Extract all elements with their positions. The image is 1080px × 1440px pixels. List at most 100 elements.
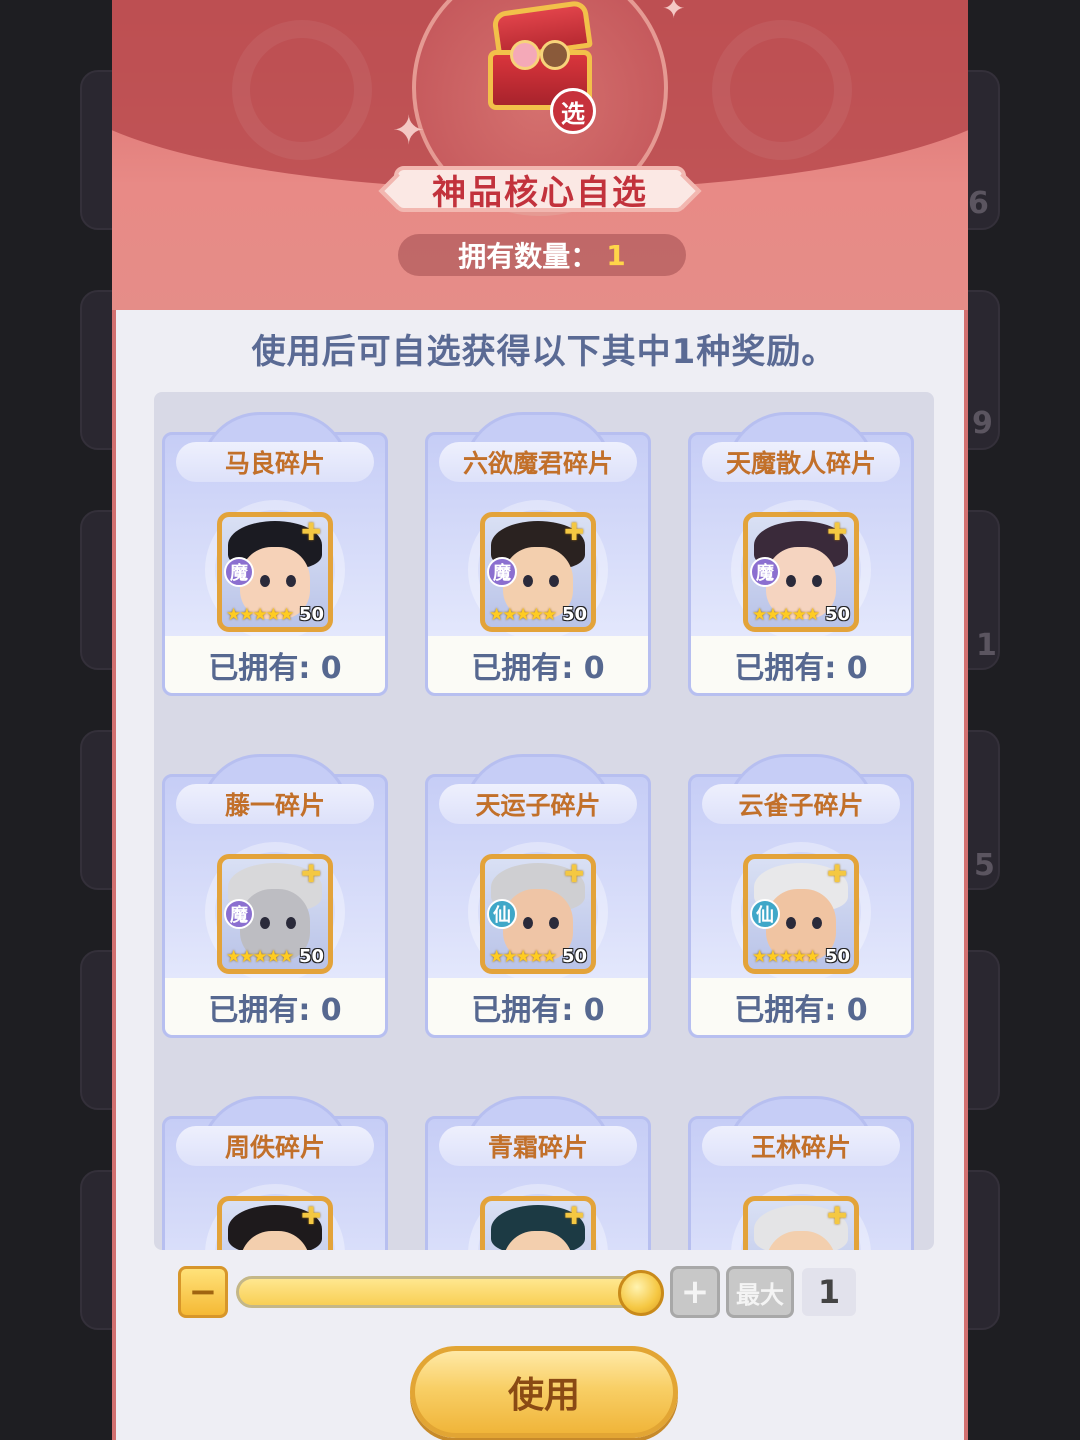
puzzle-piece-icon: ✚ (826, 1202, 848, 1230)
swirl-decoration (232, 20, 372, 160)
hero-eye (786, 575, 796, 587)
hero-level: 50 (298, 604, 324, 625)
quantity-slider[interactable] (236, 1276, 654, 1308)
puzzle-piece-icon: ✚ (563, 1202, 585, 1230)
puzzle-piece-icon: ✚ (300, 518, 322, 546)
slider-fill (239, 1279, 651, 1305)
puzzle-piece-icon: ✚ (563, 518, 585, 546)
hero-portrait: ✚ 魔 ★★★★★ 50 (217, 512, 333, 632)
select-badge: 选 (550, 88, 596, 134)
owned-count: 已拥有: 0 (691, 978, 911, 1035)
max-button[interactable]: 最大 (726, 1266, 794, 1318)
dialog-header: 选 ✦ ✦ 神品核心自选 拥有数量： 1 (112, 0, 968, 310)
reward-card[interactable]: 云雀子碎片 ✚ 仙 ★★★★★ 50 已拥有: 0 (688, 754, 914, 1038)
faction-badge: 仙 (487, 899, 517, 929)
hero-level: 50 (561, 604, 587, 625)
reward-select-dialog: 选 ✦ ✦ 神品核心自选 拥有数量： 1 使用后可自选获得以下其中1种奖励。 马… (112, 0, 968, 1440)
hero-eye (260, 917, 270, 929)
sparkle-icon: ✦ (392, 108, 426, 154)
hero-portrait: ✚ (480, 1196, 596, 1250)
faction-badge: 魔 (224, 899, 254, 929)
hero-eye (523, 917, 533, 929)
owned-count: 已拥有: 0 (165, 978, 385, 1035)
hero-portrait: ✚ 仙 ★★★★★ 50 (743, 854, 859, 974)
reward-name: 六欲魔君碎片 (439, 442, 637, 482)
reward-card[interactable]: 周佚碎片 ✚ (162, 1096, 388, 1250)
reward-name: 天魔散人碎片 (702, 442, 900, 482)
owned-count: 已拥有: 0 (691, 636, 911, 693)
reward-card[interactable]: 青霜碎片 ✚ (425, 1096, 651, 1250)
reward-name: 青霜碎片 (439, 1126, 637, 1166)
faction-badge: 魔 (750, 557, 780, 587)
reward-card[interactable]: 藤一碎片 ✚ 魔 ★★★★★ 50 已拥有: 0 (162, 754, 388, 1038)
owned-count-label: 拥有数量： (458, 240, 599, 273)
swirl-decoration (712, 20, 852, 160)
sparkle-icon: ✦ (662, 0, 686, 25)
increase-button[interactable]: + (670, 1266, 720, 1318)
hero-portrait: ✚ 仙 ★★★★★ 50 (480, 854, 596, 974)
reward-name: 马良碎片 (176, 442, 374, 482)
background-number: 5 (974, 848, 995, 883)
owned-count: 已拥有: 0 (165, 636, 385, 693)
dialog-body: 使用后可自选获得以下其中1种奖励。 马良碎片 ✚ 魔 ★★★★★ 50 已拥有: 0 六欲魔… (112, 310, 968, 1440)
reward-name: 王林碎片 (702, 1126, 900, 1166)
hero-eye (549, 575, 559, 587)
item-title: 神品核心自选 (394, 166, 686, 213)
slider-thumb[interactable] (618, 1270, 664, 1316)
hero-eye (549, 917, 559, 929)
hero-level: 50 (561, 946, 587, 967)
hero-eye (786, 917, 796, 929)
chest-orb-brown (540, 40, 570, 70)
hero-eye (286, 575, 296, 587)
hero-eye (260, 575, 270, 587)
reward-name: 天运子碎片 (439, 784, 637, 824)
hero-portrait: ✚ (217, 1196, 333, 1250)
background-number: 6 (968, 186, 989, 221)
puzzle-piece-icon: ✚ (826, 518, 848, 546)
star-rating: ★★★★★ (226, 947, 294, 967)
faction-badge: 仙 (750, 899, 780, 929)
hero-portrait: ✚ 魔 ★★★★★ 50 (480, 512, 596, 632)
hero-portrait: ✚ (743, 1196, 859, 1250)
reward-card[interactable]: 天运子碎片 ✚ 仙 ★★★★★ 50 已拥有: 0 (425, 754, 651, 1038)
chest-orb-pink (510, 40, 540, 70)
hero-eye (812, 575, 822, 587)
quantity-value: 1 (802, 1268, 856, 1316)
puzzle-piece-icon: ✚ (826, 860, 848, 888)
reward-card[interactable]: 天魔散人碎片 ✚ 魔 ★★★★★ 50 已拥有: 0 (688, 412, 914, 696)
hero-eye (286, 917, 296, 929)
hero-eye (812, 917, 822, 929)
star-rating: ★★★★★ (489, 947, 557, 967)
puzzle-piece-icon: ✚ (300, 1202, 322, 1230)
hero-level: 50 (824, 604, 850, 625)
reward-name: 云雀子碎片 (702, 784, 900, 824)
reward-grid[interactable]: 马良碎片 ✚ 魔 ★★★★★ 50 已拥有: 0 六欲魔君碎片 ✚ 魔 ★★★★★ 50 已拥有: 0… (154, 392, 934, 1250)
owned-count: 已拥有: 0 (428, 636, 648, 693)
use-button[interactable]: 使用 (410, 1346, 678, 1438)
background-number: 9 (972, 406, 993, 441)
owned-count-pill: 拥有数量： 1 (398, 234, 686, 276)
hero-level: 50 (298, 946, 324, 967)
owned-count: 已拥有: 0 (428, 978, 648, 1035)
owned-count-value: 1 (606, 238, 626, 272)
background-number: 1 (976, 628, 997, 663)
faction-badge: 魔 (487, 557, 517, 587)
star-rating: ★★★★★ (752, 605, 820, 625)
puzzle-piece-icon: ✚ (563, 860, 585, 888)
puzzle-piece-icon: ✚ (300, 860, 322, 888)
star-rating: ★★★★★ (489, 605, 557, 625)
star-rating: ★★★★★ (752, 947, 820, 967)
reward-description: 使用后可自选获得以下其中1种奖励。 (251, 332, 837, 372)
hero-eye (523, 575, 533, 587)
decrease-button[interactable]: − (178, 1266, 228, 1318)
faction-badge: 魔 (224, 557, 254, 587)
reward-name: 周佚碎片 (176, 1126, 374, 1166)
hero-portrait: ✚ 魔 ★★★★★ 50 (217, 854, 333, 974)
hero-portrait: ✚ 魔 ★★★★★ 50 (743, 512, 859, 632)
reward-card[interactable]: 马良碎片 ✚ 魔 ★★★★★ 50 已拥有: 0 (162, 412, 388, 696)
reward-card[interactable]: 六欲魔君碎片 ✚ 魔 ★★★★★ 50 已拥有: 0 (425, 412, 651, 696)
reward-name: 藤一碎片 (176, 784, 374, 824)
star-rating: ★★★★★ (226, 605, 294, 625)
reward-card[interactable]: 王林碎片 ✚ (688, 1096, 914, 1250)
hero-level: 50 (824, 946, 850, 967)
